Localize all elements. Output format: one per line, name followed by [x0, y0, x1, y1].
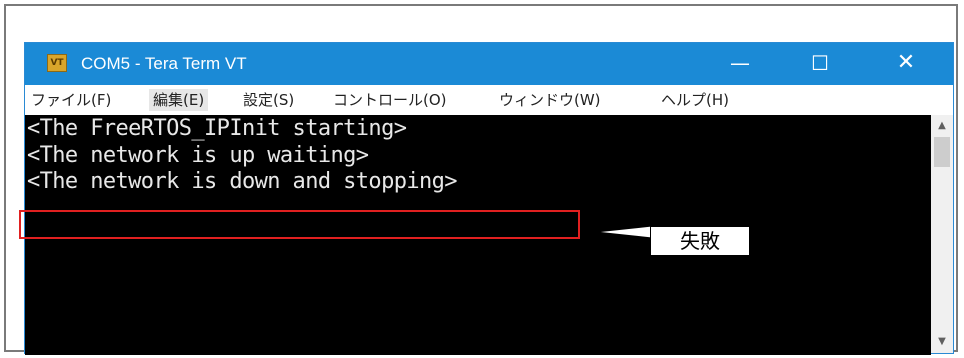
menu-window[interactable]: ウィンドウ(W) — [499, 89, 601, 111]
menu-help[interactable]: ヘルプ(H) — [661, 89, 729, 111]
menu-settings[interactable]: 設定(S) — [243, 89, 294, 111]
terminal-line: <The network is up waiting> — [27, 143, 369, 168]
tera-term-window: VT COM5 - Tera Term VT — ☐ ✕ ファイル(F) 編集(… — [24, 42, 954, 355]
window-title: COM5 - Tera Term VT — [81, 54, 247, 73]
vertical-scrollbar[interactable]: ▲ ▼ — [931, 115, 953, 353]
scroll-thumb[interactable] — [934, 137, 950, 167]
scroll-up-arrow-icon[interactable]: ▲ — [931, 117, 953, 135]
scroll-down-arrow-icon[interactable]: ▼ — [931, 333, 953, 351]
maximize-button[interactable]: ☐ — [791, 43, 849, 85]
menu-edit[interactable]: 編集(E) — [149, 89, 209, 111]
menu-file[interactable]: ファイル(F) — [31, 89, 111, 111]
error-highlight-box — [19, 210, 580, 239]
close-button[interactable]: ✕ — [877, 43, 935, 85]
terminal-line: <The network is down and stopping> — [27, 169, 458, 194]
failure-callout-label: 失敗 — [650, 226, 750, 256]
title-bar[interactable]: VT COM5 - Tera Term VT — ☐ ✕ — [25, 43, 953, 85]
tera-term-app-icon[interactable]: VT — [47, 54, 67, 72]
terminal-line: <The FreeRTOS_IPInit starting> — [27, 116, 407, 141]
menu-control[interactable]: コントロール(O) — [333, 89, 447, 111]
menu-bar: ファイル(F) 編集(E) 設定(S) コントロール(O) ウィンドウ(W) ヘ… — [25, 85, 953, 115]
minimize-button[interactable]: — — [711, 43, 769, 85]
